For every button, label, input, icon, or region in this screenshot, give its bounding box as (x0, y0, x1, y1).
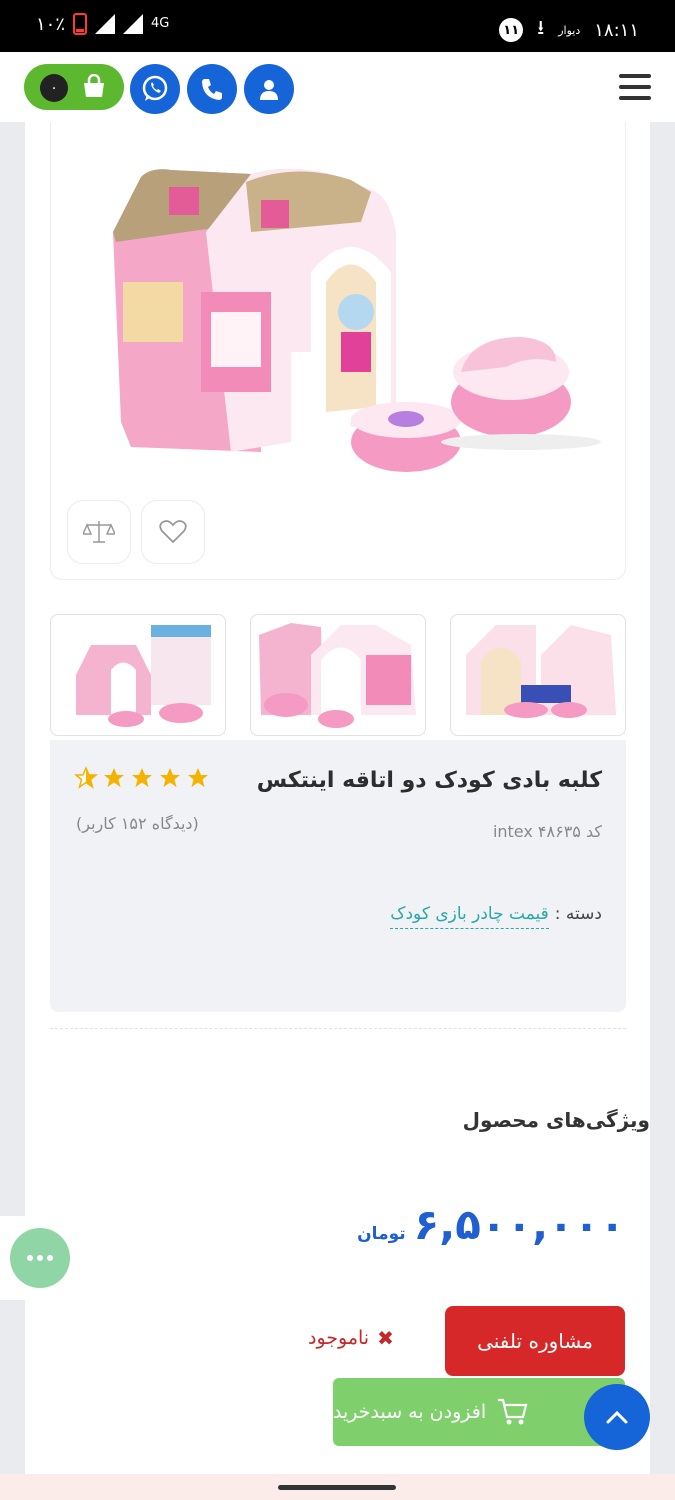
product-code: کد intex ۴۸۶۳۵ (492, 822, 602, 841)
star-icon (188, 768, 208, 787)
section-divider (50, 1028, 626, 1029)
scroll-to-top-button[interactable] (584, 1384, 650, 1450)
cart-button[interactable]: ۰ (24, 64, 124, 110)
scale-balance-icon (83, 521, 115, 543)
phone-icon (202, 79, 222, 100)
chat-more-button[interactable] (10, 1228, 70, 1288)
features-heading: ویژگی‌های محصول (462, 1108, 650, 1132)
user-icon (260, 80, 278, 100)
product-category: دسته : قیمت چادر بازی کودک (390, 904, 602, 929)
thumbnail-image (76, 625, 211, 727)
wishlist-button[interactable] (141, 500, 205, 564)
add-to-cart-button[interactable]: افزودن به سبدخرید (333, 1378, 625, 1446)
product-main-image[interactable] (50, 122, 626, 580)
price-value: ۶,۵۰۰,۰۰۰ (413, 1200, 625, 1249)
phone-button[interactable] (187, 64, 237, 114)
star-icon (132, 768, 152, 787)
thumbnail-image (466, 625, 616, 718)
status-right: ۱۱ ⭳ دیوار ۱۸:۱۱ (499, 13, 639, 47)
out-of-stock-status: ✖ ناموجود (308, 1326, 394, 1350)
close-icon: ✖ (377, 1326, 394, 1350)
whatsapp-icon (142, 75, 168, 101)
site-header: ۰ (0, 52, 675, 122)
notification-badge: ۱۱ (499, 18, 524, 42)
rating-stars (74, 766, 210, 790)
add-to-cart-label: افزودن به سبدخرید (333, 1401, 487, 1423)
status-left: ۱۰٪ 4G (36, 13, 169, 35)
half-star-icon (74, 766, 98, 789)
app-label: دیوار (558, 23, 581, 37)
product-title: کلبه بادی کودک دو اتاقه اینتکس (256, 768, 602, 793)
network-type: 4G (151, 16, 170, 31)
product-thumbnail-1[interactable] (50, 614, 226, 736)
status-bar: ۱۰٪ 4G ۱۱ ⭳ دیوار ۱۸:۱۱ (0, 0, 675, 52)
signal-icon-2 (123, 14, 144, 34)
chevron-up-icon (606, 1410, 628, 1424)
product-price: ۶,۵۰۰,۰۰۰ تومان (357, 1200, 625, 1249)
review-count: (دیدگاه ۱۵۲ کاربر) (76, 814, 199, 833)
whatsapp-button[interactable] (130, 64, 180, 114)
battery-icon (73, 13, 88, 35)
star-icon (160, 768, 180, 787)
battery-percent: ۱۰٪ (36, 13, 66, 35)
thumbnail-image (259, 623, 416, 728)
download-icon: ⭳ (537, 15, 545, 39)
heart-icon (159, 520, 187, 544)
phone-consult-button[interactable]: مشاوره تلفنی (445, 1306, 625, 1376)
signal-icon (95, 14, 116, 34)
category-label: دسته : (554, 904, 602, 924)
out-of-stock-label: ناموجود (308, 1327, 370, 1349)
cart-count-badge: ۰ (40, 74, 68, 102)
home-gesture-handle[interactable] (278, 1485, 396, 1490)
account-button[interactable] (244, 64, 294, 114)
hamburger-menu-icon[interactable] (619, 74, 651, 100)
clock: ۱۸:۱۱ (594, 19, 639, 41)
category-link[interactable]: قیمت چادر بازی کودک (390, 904, 549, 929)
shopping-bag-icon (84, 74, 104, 97)
product-thumbnail-3[interactable] (450, 614, 626, 736)
inflatable-house-image (113, 168, 601, 472)
product-info-box: کلبه بادی کودک دو اتاقه اینتکس (دیدگاه ۱… (50, 740, 626, 1012)
star-icon (104, 768, 124, 787)
product-thumbnail-2[interactable] (250, 614, 426, 736)
compare-button[interactable] (67, 500, 131, 564)
cart-icon (498, 1398, 528, 1425)
system-nav-bar (0, 1474, 675, 1500)
price-currency: تومان (357, 1224, 406, 1244)
product-content: کلبه بادی کودک دو اتاقه اینتکس (دیدگاه ۱… (25, 122, 650, 1477)
